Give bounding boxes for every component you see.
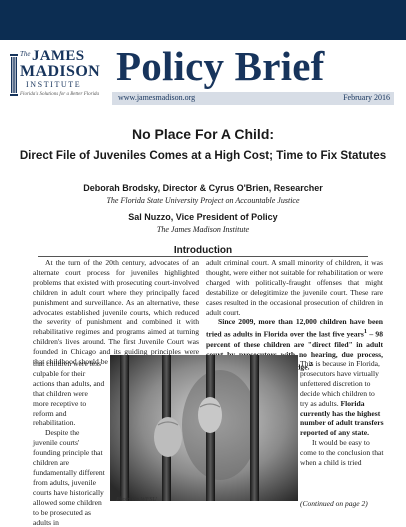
- left-column: At the turn of the 20th century, advocat…: [33, 258, 199, 367]
- author-line-2: Sal Nuzzo, Vice President of Policy: [128, 212, 278, 222]
- section-divider: [38, 256, 368, 257]
- left-column-lower: that children were less culpable for the…: [33, 359, 105, 527]
- institute-logo: The JAMES MADISON INSTITUTE Florida's So…: [10, 48, 112, 106]
- right-paragraph-3: It would be easy to come to the conclusi…: [300, 438, 384, 468]
- left-paragraph-1-cont: that children were less culpable for the…: [33, 359, 105, 428]
- child-behind-bars-photo: [110, 355, 298, 501]
- article-subtitle: Direct File of Juveniles Comes at a High…: [19, 149, 387, 162]
- article-title: No Place For A Child:: [131, 126, 275, 142]
- left-paragraph-1: At the turn of the 20th century, advocat…: [33, 258, 199, 367]
- logo-tagline: Florida's Solutions for a Better Florida: [20, 92, 99, 97]
- website-link[interactable]: www.jamesmadison.org: [118, 93, 195, 102]
- issue-date: February 2016: [343, 93, 390, 102]
- continued-note[interactable]: (Continued on page 2): [300, 499, 368, 508]
- header-bar: [0, 0, 406, 40]
- right-paragraph-2-lead-text: Since 2009, more than 12,000 children ha…: [206, 317, 383, 339]
- logo-the: The: [20, 50, 31, 58]
- photo-image: [110, 355, 298, 501]
- affiliation-1: The Florida State University Project on …: [106, 196, 300, 205]
- section-heading: Introduction: [173, 245, 233, 256]
- right-column-lower: This is because in Florida, prosecutors …: [300, 359, 384, 468]
- logo-institute: INSTITUTE: [26, 80, 82, 89]
- author-line-1: Deborah Brodsky, Director & Cyrus O'Brie…: [83, 183, 323, 193]
- policy-brief-title: Policy Brief: [116, 43, 325, 89]
- affiliation-2: The James Madison Institute: [156, 225, 250, 234]
- left-paragraph-2: Despite the juvenile courts' founding pr…: [33, 428, 105, 527]
- right-paragraph-1: adult criminal court. A small minority o…: [206, 258, 383, 317]
- photo-credit: Photo via WFSU: [116, 497, 157, 503]
- columns-icon: [10, 54, 18, 96]
- logo-madison: MADISON: [20, 63, 101, 80]
- right-paragraph-2-tail: This is because in Florida, prosecutors …: [300, 359, 384, 438]
